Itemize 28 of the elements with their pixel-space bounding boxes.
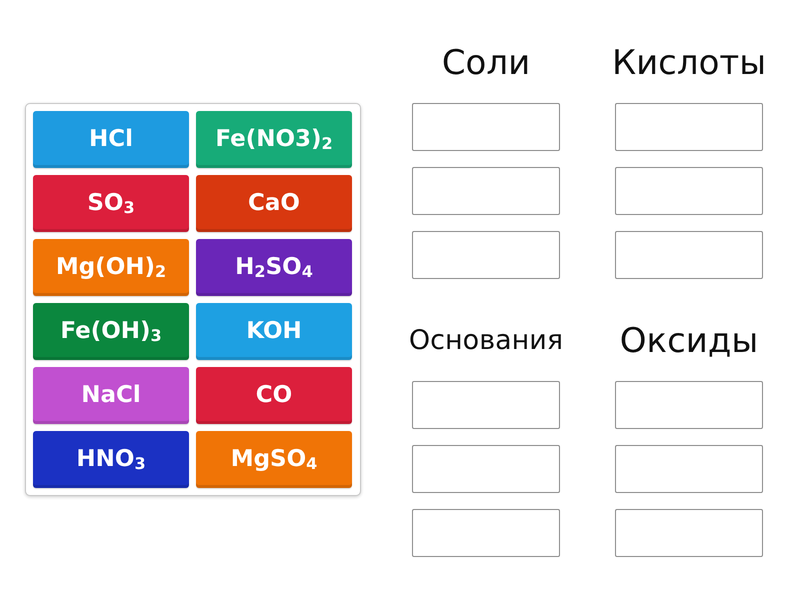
drop-slot[interactable] (412, 167, 560, 215)
formula-tile[interactable]: CaO (196, 175, 352, 232)
drop-slot[interactable] (412, 509, 560, 557)
formula-tile[interactable]: Fe(OH)$_{3}$ (33, 303, 189, 360)
formula-tile[interactable]: NaCl (33, 367, 189, 424)
formula-tile[interactable]: KOH (196, 303, 352, 360)
category-title: Кислоты (612, 42, 766, 85)
formula-tile[interactable]: SO$_{3}$ (33, 175, 189, 232)
drop-slot[interactable] (412, 445, 560, 493)
drop-slot[interactable] (615, 231, 763, 279)
category-title: Основания (408, 324, 564, 358)
drop-slot[interactable] (615, 445, 763, 493)
formula-tile[interactable]: Fe(NO3)$_{2}$ (196, 111, 352, 168)
drop-slot[interactable] (412, 103, 560, 151)
formula-tile[interactable]: H$_{2}$SO$_{4}$ (196, 239, 352, 296)
drop-slot[interactable] (615, 103, 763, 151)
formula-tile[interactable]: CO (196, 367, 352, 424)
formula-tile[interactable]: HCl (33, 111, 189, 168)
category-title: Соли (442, 42, 530, 85)
drop-slot[interactable] (412, 381, 560, 429)
drop-slot[interactable] (615, 381, 763, 429)
formula-tile[interactable]: Mg(OH)$_{2}$ (33, 239, 189, 296)
drop-slot[interactable] (615, 167, 763, 215)
formula-tile[interactable]: HNO$_{3}$ (33, 431, 189, 488)
drop-slot[interactable] (412, 231, 560, 279)
formula-tile[interactable]: MgSO$_{4}$ (196, 431, 352, 488)
drop-slot[interactable] (615, 509, 763, 557)
category-title: Оксиды (620, 320, 758, 363)
